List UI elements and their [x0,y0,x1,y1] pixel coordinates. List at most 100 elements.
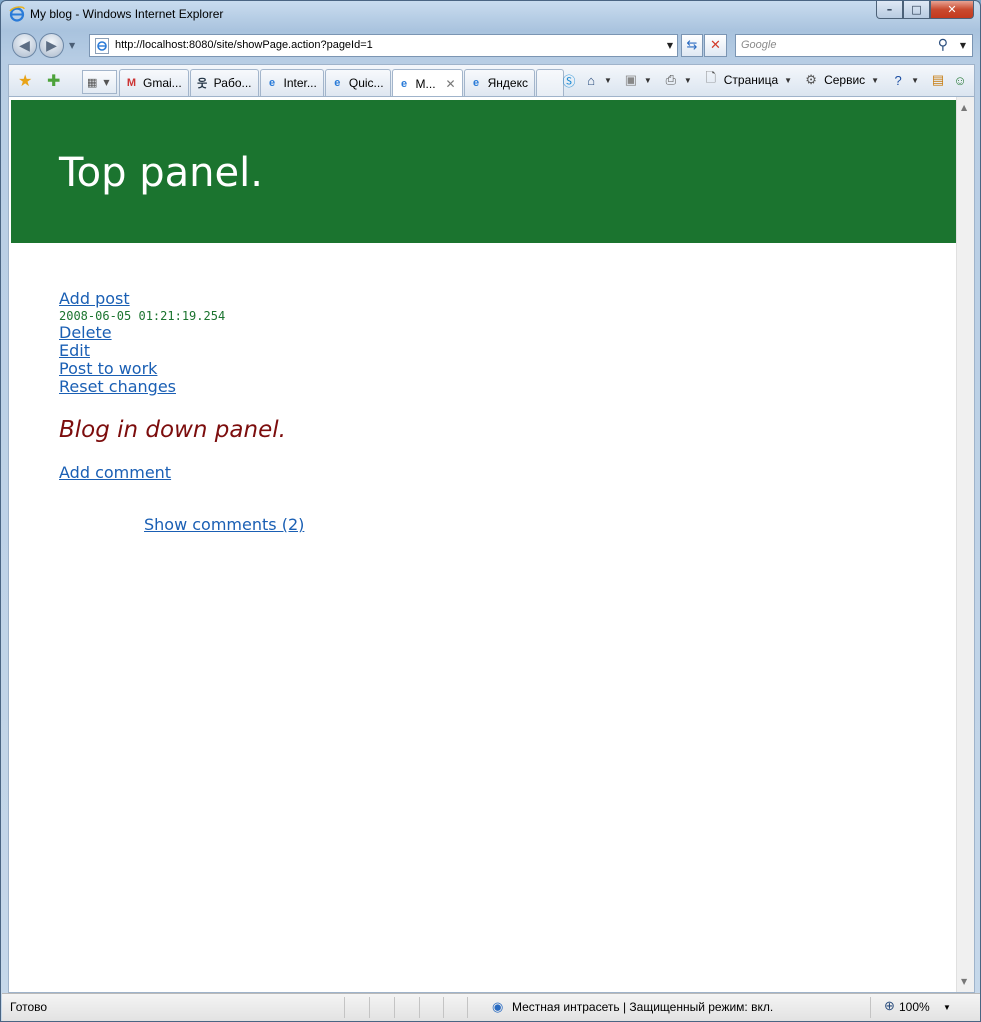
status-text: Готово [10,1000,48,1014]
scroll-down-icon[interactable]: ▼ [961,977,967,986]
skype-icon[interactable]: Ⓢ [560,71,578,89]
ie-page-icon [95,38,109,54]
post-to-work-link[interactable]: Post to work [59,360,225,378]
reset-changes-link[interactable]: Reset changes [59,378,225,396]
tab-inter[interactable]: e Inter... [259,69,324,96]
ie-logo-icon [9,6,25,22]
forward-button[interactable]: ▶ [39,33,64,58]
close-window-button[interactable]: ✕ [930,1,974,19]
status-divider [344,997,345,1018]
print-dropdown-icon[interactable]: ▼ [684,76,692,85]
tab-label: M... [415,76,436,91]
search-icon[interactable]: ⚲ [938,37,948,53]
tab-label: Quic... [348,76,384,90]
ie-page-icon: e [268,77,276,89]
add-favorite-icon[interactable]: ✚ [47,71,60,90]
tab-strip: M Gmai... 웃 Рабо... e Inter... e Quic...… [119,69,564,97]
zoom-icon[interactable]: ⊕ [884,998,895,1014]
person-icon: 웃 [197,78,208,90]
favorites-star-icon[interactable]: ★ [18,71,32,90]
post-title: Blog in down panel. [59,417,286,443]
tab-label: Яндекс [487,76,528,90]
edit-link[interactable]: Edit [59,342,225,360]
tools-menu[interactable]: Сервис [824,73,865,87]
forward-arrow-icon: ▶ [46,37,57,54]
search-input[interactable]: Google [741,39,776,51]
address-bar[interactable]: http://localhost:8080/site/showPage.acti… [89,34,678,57]
status-divider [870,997,871,1018]
window-controls: – □ ✕ [876,1,974,19]
refresh-button[interactable]: ⇆ [681,34,703,57]
tab-bar: ★ ✚ ▦ ▼ M Gmai... 웃 Рабо... e Inter... e… [8,64,975,97]
tab-work[interactable]: 웃 Рабо... [189,69,259,96]
home-icon[interactable]: ⌂ [582,71,600,89]
ie-icon: e [334,77,341,89]
gmail-icon: M [126,77,137,89]
search-box[interactable]: Google ⚲ ▼ [735,34,973,57]
maximize-button[interactable]: □ [903,1,930,19]
ie-icon: e [400,77,408,90]
browser-window: My blog - Windows Internet Explorer – □ … [0,0,981,1022]
stop-icon: ✕ [710,38,721,53]
gear-icon: ⚙ [805,72,817,87]
status-divider [394,997,395,1018]
status-bar: Готово ◉ Местная интрасеть | Защищенный … [2,993,980,1021]
recent-pages-dropdown[interactable]: ▼ [69,41,75,50]
navigation-bar: ◀ ▶ ▼ http://localhost:8080/site/showPag… [1,29,980,63]
research-icon[interactable]: ▤ [929,71,947,89]
page-menu[interactable]: Страница [724,73,778,87]
tab-list-dropdown-icon[interactable]: ▼ [103,78,109,87]
zoom-dropdown-icon[interactable]: ▼ [943,1003,951,1012]
tab-gmail[interactable]: M Gmai... [119,69,189,96]
tab-quic[interactable]: e Quic... [324,69,391,96]
post-timestamp: 2008-06-05 01:21:19.254 [59,309,226,323]
tab-label: Gmai... [143,76,182,90]
window-title: My blog - Windows Internet Explorer [30,7,224,21]
home-dropdown-icon[interactable]: ▼ [604,76,612,85]
search-providers-dropdown[interactable]: ▼ [960,41,966,50]
vertical-scrollbar[interactable]: ▲ ▼ [956,97,974,992]
status-divider [443,997,444,1018]
back-arrow-icon: ◀ [19,37,30,54]
top-panel: Top panel. [11,100,956,243]
page-menu-dropdown-icon[interactable]: ▼ [784,76,792,85]
security-zone-text[interactable]: Местная интрасеть | Защищенный режим: вк… [512,1000,773,1014]
command-bar: Ⓢ ⌂ ▼ ▣ ▼ ⎙ ▼ 🗋 Страница ▼ ⚙ Сервис ▼ ? … [560,70,969,89]
address-url[interactable]: http://localhost:8080/site/showPage.acti… [115,39,373,51]
scroll-up-icon[interactable]: ▲ [961,103,967,112]
status-divider [369,997,370,1018]
add-comment-link[interactable]: Add comment [59,464,171,482]
title-bar: My blog - Windows Internet Explorer – □ … [1,1,980,29]
status-divider [467,997,468,1018]
page-viewport: Top panel. Add post 2008-06-05 01:21:19.… [8,96,975,993]
zoom-level[interactable]: 100% [899,1000,930,1014]
close-tab-icon[interactable]: ✕ [446,77,456,91]
refresh-icon: ⇆ [686,38,698,53]
ie-page-icon: e [473,77,480,89]
help-dropdown-icon[interactable]: ▼ [911,76,919,85]
minimize-button[interactable]: – [876,1,903,19]
add-post-link[interactable]: Add post [59,290,225,308]
web-page: Top panel. Add post 2008-06-05 01:21:19.… [11,100,956,990]
status-divider [419,997,420,1018]
quick-tabs-grid-icon: ▦ [87,75,98,89]
stop-button[interactable]: ✕ [704,34,727,57]
feeds-icon[interactable]: ▣ [622,71,640,89]
messenger-icon[interactable]: ☺ [951,71,969,89]
help-icon[interactable]: ? [889,71,907,89]
post-actions: Add post 2008-06-05 01:21:19.254 Delete … [59,290,225,396]
back-button[interactable]: ◀ [12,33,37,58]
tools-menu-dropdown-icon[interactable]: ▼ [871,76,879,85]
address-dropdown-icon[interactable]: ▼ [667,41,673,50]
print-icon[interactable]: ⎙ [662,71,680,89]
tab-label: Рабо... [213,76,252,90]
intranet-zone-icon: ◉ [492,999,504,1014]
quick-tabs-button[interactable]: ▦ ▼ [82,70,117,94]
page-icon: 🗋 [705,70,716,85]
top-panel-title: Top panel. [59,150,263,196]
delete-link[interactable]: Delete [59,324,225,342]
show-comments-link[interactable]: Show comments (2) [144,516,304,534]
feeds-dropdown-icon[interactable]: ▼ [644,76,652,85]
tab-yandex[interactable]: e Яндекс [463,69,535,96]
tab-my-blog[interactable]: e M... ✕ [391,69,463,97]
